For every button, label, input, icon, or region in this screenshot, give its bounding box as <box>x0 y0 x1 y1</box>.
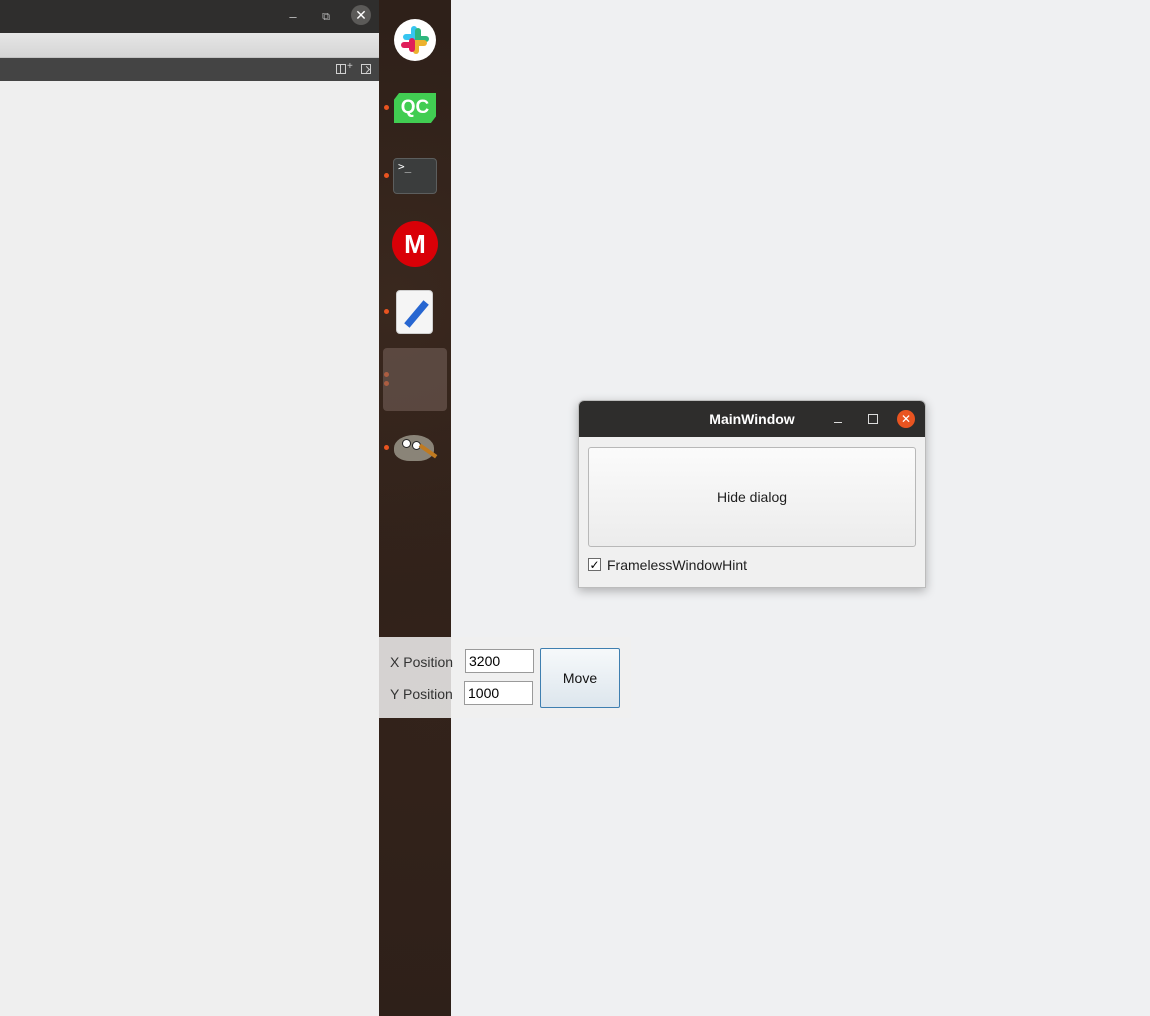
move-button[interactable]: Move <box>540 648 620 708</box>
dock-item-gimp[interactable] <box>388 421 442 475</box>
close-pane-icon[interactable] <box>361 64 371 74</box>
left-window: – ⧉ ✕ + <box>0 0 379 1016</box>
slack-icon <box>394 19 436 61</box>
split-pane-icon[interactable] <box>336 64 346 74</box>
close-icon[interactable]: ✕ <box>351 5 371 25</box>
gimp-eye-icon <box>402 439 411 448</box>
terminal-icon: >_ <box>393 158 437 194</box>
left-window-menubar <box>0 33 379 58</box>
position-panel: X Position Y Position Move <box>379 637 631 718</box>
x-position-input[interactable] <box>465 649 534 673</box>
qt-creator-icon: QC <box>394 93 436 123</box>
dock-item-text-editor[interactable] <box>388 285 442 339</box>
minimize-icon[interactable] <box>833 414 843 424</box>
slack-logo <box>401 26 429 54</box>
restore-icon[interactable]: ⧉ <box>317 8 335 26</box>
split-add-icon: + <box>347 61 353 72</box>
y-position-input[interactable] <box>464 681 533 705</box>
checkbox-check-icon[interactable]: ✓ <box>588 558 601 571</box>
main-window: MainWindow ✕ Hide dialog ✓ FramelessWind… <box>578 400 926 588</box>
y-position-label: Y Position <box>390 686 453 702</box>
dock-item-terminal[interactable]: >_ <box>388 149 442 203</box>
hide-dialog-button[interactable]: Hide dialog <box>588 447 916 547</box>
left-window-titlebar[interactable]: – ⧉ ✕ <box>0 0 379 33</box>
pencil-icon <box>404 300 429 328</box>
text-editor-icon <box>396 290 433 334</box>
close-icon[interactable]: ✕ <box>897 410 915 428</box>
x-position-label: X Position <box>390 654 454 670</box>
dock-item-mega[interactable]: M <box>388 217 442 271</box>
minimize-icon[interactable]: – <box>284 8 302 26</box>
dock-item-slack[interactable] <box>388 13 442 67</box>
dock-item-qt-creator[interactable]: QC <box>388 81 442 135</box>
dock: QC >_ M <box>379 0 451 1016</box>
dock-item-active-app[interactable] <box>383 348 447 411</box>
left-window-toolbar: + <box>0 58 379 81</box>
checkbox-label: FramelessWindowHint <box>607 557 748 573</box>
main-window-titlebar[interactable]: MainWindow ✕ <box>579 401 925 437</box>
mega-icon: M <box>392 221 438 267</box>
maximize-icon[interactable] <box>868 414 878 424</box>
